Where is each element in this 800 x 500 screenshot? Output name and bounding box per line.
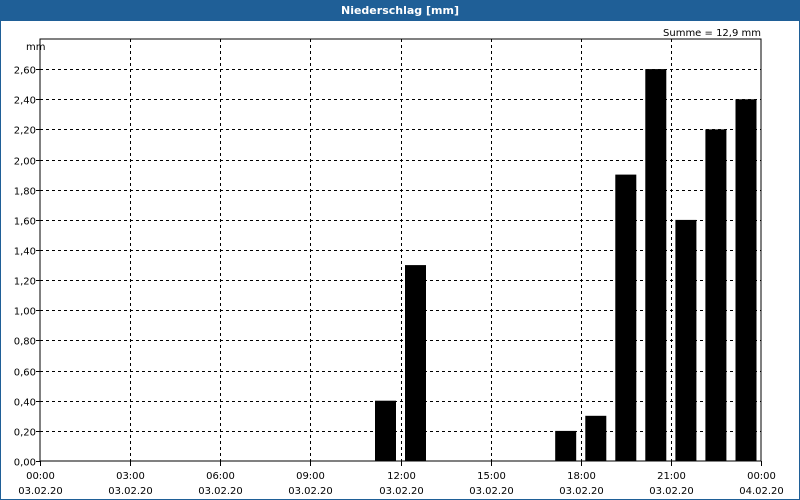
y-tick-label: 0,20 bbox=[14, 428, 36, 439]
x-tick-date-label: 03.02.20 bbox=[288, 486, 333, 497]
precipitation-bar bbox=[735, 99, 757, 462]
x-tick-time-label: 21:00 bbox=[657, 471, 686, 482]
x-tick-time-label: 03:00 bbox=[116, 471, 145, 482]
x-tick-date-label: 03.02.20 bbox=[18, 486, 63, 497]
y-tick-label: 0,60 bbox=[14, 368, 36, 379]
precipitation-bar bbox=[615, 174, 637, 461]
x-tick-date-label: 04.02.20 bbox=[739, 486, 784, 497]
precipitation-bar bbox=[705, 129, 727, 461]
x-tick-date-label: 03.02.20 bbox=[649, 486, 694, 497]
y-tick-label: 1,20 bbox=[14, 277, 36, 288]
x-tick-date-label: 03.02.20 bbox=[559, 486, 604, 497]
y-tick-label: 1,40 bbox=[14, 247, 36, 258]
y-axis-unit: mm bbox=[26, 42, 45, 53]
precipitation-bar bbox=[675, 219, 697, 461]
x-tick-time-label: 00:00 bbox=[26, 471, 55, 482]
x-tick-time-label: 06:00 bbox=[206, 471, 235, 482]
precipitation-bar bbox=[645, 69, 667, 461]
y-tick-label: 2,00 bbox=[14, 157, 36, 168]
x-tick-time-label: 18:00 bbox=[567, 471, 596, 482]
x-tick-date-label: 03.02.20 bbox=[469, 486, 514, 497]
precipitation-bar bbox=[405, 265, 426, 461]
x-tick-date-label: 03.02.20 bbox=[108, 486, 153, 497]
y-tick-label: 0,80 bbox=[14, 337, 36, 348]
y-tick-label: 2,60 bbox=[14, 66, 36, 77]
x-tick-time-label: 15:00 bbox=[477, 471, 506, 482]
y-tick-label: 1,60 bbox=[14, 217, 36, 228]
y-tick-label: 2,40 bbox=[14, 96, 36, 107]
precipitation-bar bbox=[375, 400, 396, 461]
y-tick-label: 1,80 bbox=[14, 187, 36, 198]
x-tick-time-label: 09:00 bbox=[296, 471, 325, 482]
x-tick-time-label: 00:00 bbox=[747, 471, 776, 482]
y-tick-label: 0,00 bbox=[14, 458, 36, 469]
precipitation-bar bbox=[555, 430, 577, 461]
x-tick-time-label: 12:00 bbox=[387, 471, 416, 482]
y-tick-label: 1,00 bbox=[14, 307, 36, 318]
x-tick-date-label: 03.02.20 bbox=[379, 486, 424, 497]
sum-annotation: Summe = 12,9 mm bbox=[663, 28, 761, 39]
y-tick-label: 2,20 bbox=[14, 126, 36, 137]
x-tick-date-label: 03.02.20 bbox=[198, 486, 243, 497]
precipitation-bar bbox=[585, 415, 607, 461]
precipitation-chart: 0,00 0,20 0,40 0,60 0,80 1,00 1,20 1,40 1,60 1,80… bbox=[14, 28, 784, 497]
y-tick-label: 0,40 bbox=[14, 398, 36, 409]
